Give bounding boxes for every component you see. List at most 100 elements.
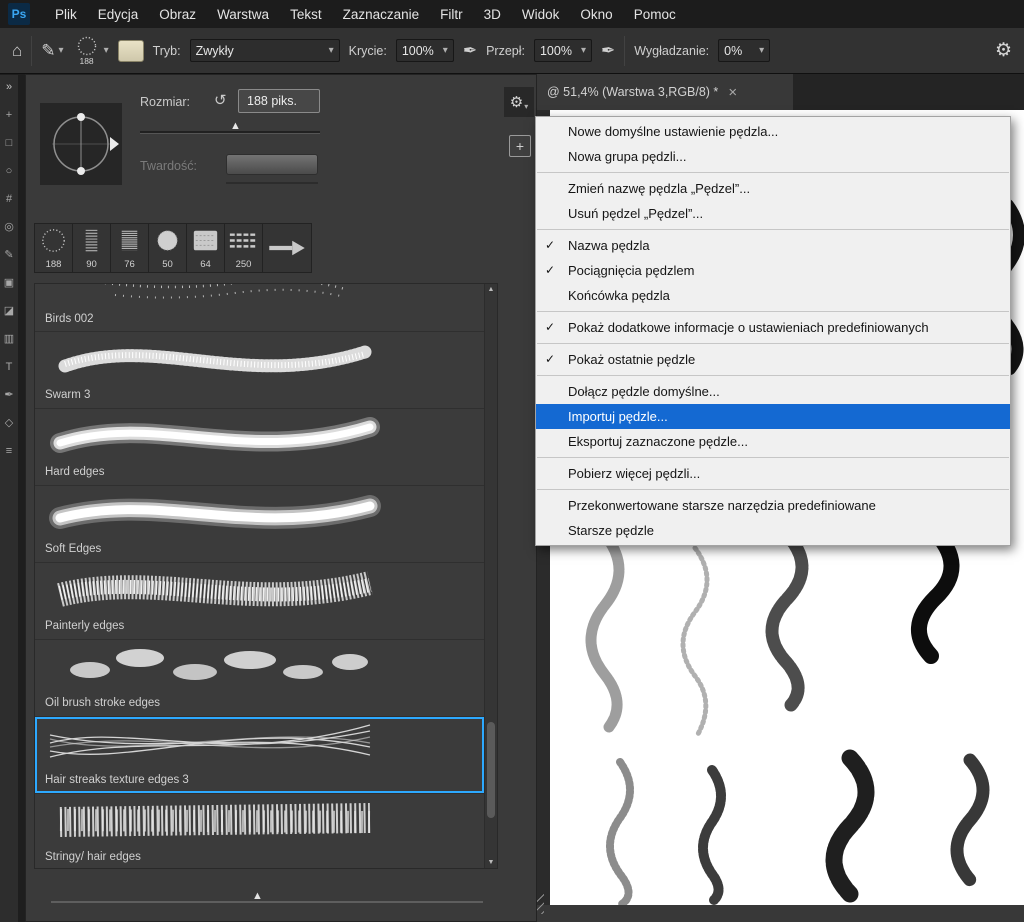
scroll-up-icon[interactable]: ▲: [485, 286, 497, 293]
gear-icon[interactable]: ⚙: [995, 39, 1012, 62]
chevron-down-icon: ▾: [104, 45, 109, 56]
preview-size-slider[interactable]: [51, 901, 483, 903]
menu-item[interactable]: Usuń pędzel „Pędzel”...: [536, 201, 1010, 226]
menu-edycja[interactable]: Edycja: [98, 7, 139, 22]
menu-item[interactable]: ✓Pociągnięcia pędzlem: [536, 258, 1010, 283]
size-input[interactable]: 188 piks.: [238, 89, 320, 113]
brush-stroke-thumbnail: [35, 486, 484, 539]
move-tool-icon[interactable]: +: [6, 110, 12, 121]
separator: [31, 36, 32, 66]
brush-list-item[interactable]: Swarm 3: [35, 332, 484, 409]
brush-list-scrollbar[interactable]: ▲ ▼: [484, 284, 497, 868]
stamp-tool-icon[interactable]: ▣: [4, 278, 14, 289]
flow-select[interactable]: 100% ▾: [534, 39, 592, 62]
menu-pomoc[interactable]: Pomoc: [634, 7, 676, 22]
document-tab[interactable]: @ 51,4% (Warstwa 3,RGB/8) * ×: [537, 74, 793, 110]
new-brush-button[interactable]: +: [509, 135, 531, 157]
home-icon[interactable]: ⌂: [12, 41, 22, 61]
airbrush-icon[interactable]: ✒: [601, 41, 615, 61]
recent-brush[interactable]: 188: [35, 224, 73, 272]
marquee-tool-icon[interactable]: □: [6, 138, 13, 149]
airbrush-opacity-pressure-icon[interactable]: ✒: [463, 41, 477, 61]
check-icon: ✓: [545, 315, 565, 340]
brush-stroke-thumbnail: [35, 563, 484, 616]
menu-item[interactable]: ✓Pokaż dodatkowe informacje o ustawienia…: [536, 315, 1010, 340]
brush-tip-icon: [225, 224, 262, 259]
menu-item-import-brushes[interactable]: Importuj pędzle...: [536, 404, 1010, 429]
recent-brush[interactable]: 76: [111, 224, 149, 272]
brush-list-item[interactable]: Hard edges: [35, 409, 484, 486]
recent-brushes-row: 188 90 76 50 64 250: [34, 223, 312, 273]
type-tool-icon[interactable]: T: [6, 362, 13, 373]
preview-size-slider-thumb[interactable]: ▲: [252, 890, 263, 902]
brush-tool-icon[interactable]: ✎: [4, 250, 13, 261]
separator: [537, 343, 1009, 344]
recent-brush-arrow[interactable]: [263, 224, 311, 272]
menu-item[interactable]: Starsze pędzle: [536, 518, 1010, 543]
opacity-select[interactable]: 100% ▾: [396, 39, 454, 62]
menu-item[interactable]: Końcówka pędzla: [536, 283, 1010, 308]
panel-menu-button[interactable]: ⚙ ▾: [504, 87, 534, 117]
smoothing-select[interactable]: 0% ▾: [718, 39, 770, 62]
gradient-tool-icon[interactable]: ▥: [4, 334, 14, 345]
menu-item[interactable]: Nowe domyślne ustawienie pędzla...: [536, 119, 1010, 144]
menu-item[interactable]: Zmień nazwę pędzla „Pędzel”...: [536, 176, 1010, 201]
menu-item[interactable]: Eksportuj zaznaczone pędzle...: [536, 429, 1010, 454]
reset-size-icon[interactable]: ↺: [214, 91, 227, 109]
brush-presets-panel: Rozmiar: ↺ 188 piks. ▲ Twardość: ⚙ ▾ + 1…: [25, 74, 537, 922]
photoshop-window: Ps Plik Edycja Obraz Warstwa Tekst Zazna…: [0, 0, 1024, 922]
brush-tip-icon: [149, 224, 186, 259]
menu-filtr[interactable]: Filtr: [440, 7, 463, 22]
brush-name: Oil brush stroke edges: [35, 693, 484, 715]
menu-item[interactable]: Nowa grupa pędzli...: [536, 144, 1010, 169]
recent-brush[interactable]: 50: [149, 224, 187, 272]
arrow-stroke-icon: [263, 224, 311, 272]
pen-tool-icon[interactable]: ✒: [4, 390, 13, 401]
menu-3d[interactable]: 3D: [484, 7, 501, 22]
menu-item[interactable]: Dołącz pędzle domyślne...: [536, 379, 1010, 404]
eyedropper-tool-icon[interactable]: ◎: [4, 222, 14, 233]
smoothing-value: 0%: [724, 44, 742, 58]
mode-select[interactable]: Zwykły ▾: [190, 39, 340, 62]
brush-list-item[interactable]: Soft Edges: [35, 486, 484, 563]
expand-panels-icon[interactable]: »: [6, 81, 12, 93]
menu-widok[interactable]: Widok: [522, 7, 560, 22]
hand-tool-icon[interactable]: ≡: [6, 446, 12, 457]
recent-brush[interactable]: 64: [187, 224, 225, 272]
brush-list-item[interactable]: Stringy/ hair edges: [35, 794, 484, 869]
scroll-down-icon[interactable]: ▼: [485, 859, 497, 866]
brush-list-item[interactable]: Birds 002: [35, 284, 484, 332]
menu-plik[interactable]: Plik: [55, 7, 77, 22]
menu-item[interactable]: Przekonwertowane starsze narzędzia prede…: [536, 493, 1010, 518]
brush-list-item[interactable]: Oil brush stroke edges: [35, 640, 484, 717]
brush-tip-icon: [111, 224, 148, 259]
flow-label: Przepł:: [486, 44, 525, 58]
size-slider-thumb[interactable]: ▲: [230, 120, 241, 132]
recent-brush[interactable]: 250: [225, 224, 263, 272]
brush-list-item[interactable]: Painterly edges: [35, 563, 484, 640]
menu-item[interactable]: ✓Pokaż ostatnie pędzle: [536, 347, 1010, 372]
menu-obraz[interactable]: Obraz: [159, 7, 196, 22]
scrollbar-thumb[interactable]: [487, 722, 495, 818]
crop-tool-icon[interactable]: #: [6, 194, 12, 205]
brush-preset-picker[interactable]: 188 ▾: [73, 36, 109, 66]
eraser-tool-icon[interactable]: ◪: [4, 306, 14, 317]
active-tool-button[interactable]: ✎ ▾: [41, 41, 63, 61]
brush-settings-panel-toggle-icon[interactable]: [118, 40, 144, 62]
menu-item[interactable]: Pobierz więcej pędzli...: [536, 461, 1010, 486]
brush-panel-menu: Nowe domyślne ustawienie pędzla... Nowa …: [535, 116, 1011, 546]
lasso-tool-icon[interactable]: ○: [6, 166, 13, 177]
menu-tekst[interactable]: Tekst: [290, 7, 322, 22]
hardness-slider-track: [226, 182, 318, 184]
shape-tool-icon[interactable]: ◇: [5, 418, 13, 429]
menu-zaznaczanie[interactable]: Zaznaczanie: [343, 7, 420, 22]
brush-angle-control[interactable]: [40, 103, 122, 185]
brush-tip-icon: [187, 224, 224, 259]
recent-brush[interactable]: 90: [73, 224, 111, 272]
menu-okno[interactable]: Okno: [580, 7, 612, 22]
brush-list-item-selected[interactable]: Hair streaks texture edges 3: [35, 717, 484, 794]
opacity-label: Krycie:: [349, 44, 387, 58]
menu-item[interactable]: ✓Nazwa pędzla: [536, 233, 1010, 258]
menu-warstwa[interactable]: Warstwa: [217, 7, 269, 22]
close-icon[interactable]: ×: [728, 84, 737, 101]
